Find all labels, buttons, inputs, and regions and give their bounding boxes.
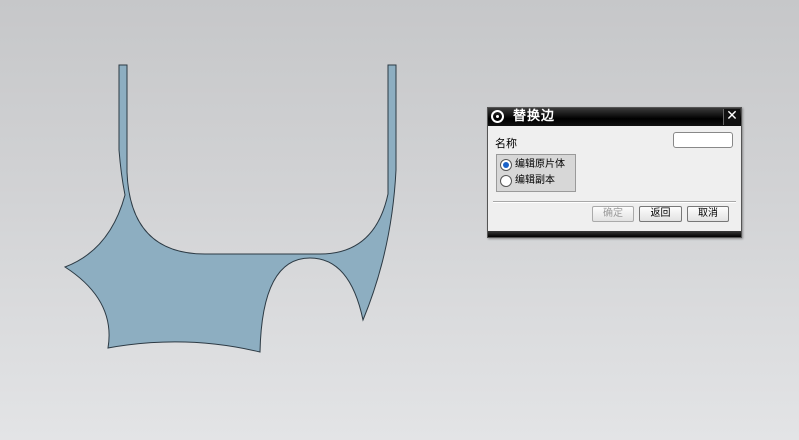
radio-edit-original-sheet[interactable]: 编辑原片体 (500, 158, 574, 173)
close-button[interactable]: ✕ (723, 109, 740, 125)
radio-button[interactable] (500, 175, 512, 187)
name-input[interactable] (673, 132, 733, 148)
sheet-body-face[interactable] (63, 64, 397, 353)
edit-mode-radio-group: 编辑原片体 编辑副本 (496, 154, 576, 192)
radio-label: 编辑原片体 (515, 159, 565, 170)
cancel-button[interactable]: 取消 (687, 206, 729, 222)
dialog-title: 替换边 (513, 109, 556, 124)
name-label: 名称 (495, 137, 517, 150)
replace-edge-dialog: 替换边 ✕ 名称 编辑原片体 编辑副本 确定 返回 取消 (487, 107, 742, 238)
ok-button[interactable]: 确定 (592, 206, 634, 222)
dialog-titlebar[interactable]: 替换边 ✕ (488, 108, 741, 126)
radio-edit-copy[interactable]: 编辑副本 (500, 174, 574, 189)
gear-icon[interactable] (491, 110, 504, 123)
radio-label: 编辑副本 (515, 175, 555, 186)
radio-button-checked[interactable] (500, 159, 512, 171)
dialog-footer-bar (488, 231, 741, 237)
back-button[interactable]: 返回 (639, 206, 682, 222)
dialog-separator (493, 201, 736, 203)
